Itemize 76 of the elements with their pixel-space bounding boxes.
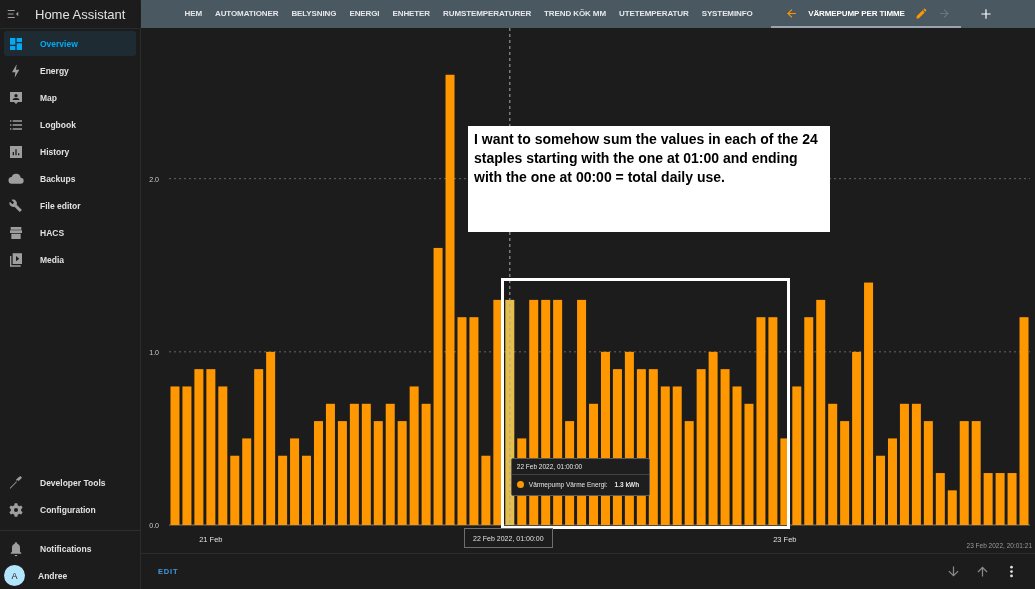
bar[interactable] [828,403,838,525]
bar[interactable] [959,421,969,525]
bar[interactable] [230,455,240,525]
bar[interactable] [780,438,790,525]
bar[interactable] [840,421,850,525]
bar[interactable] [278,455,288,525]
bar[interactable] [684,421,694,525]
tab[interactable]: ENHETER [386,0,437,28]
tab[interactable]: TREND KÖK MM [537,0,613,28]
bar[interactable] [923,421,933,525]
arrow-down-icon[interactable] [946,564,961,579]
tab[interactable]: ENERGI [342,0,386,28]
bar[interactable] [505,299,515,525]
bar[interactable] [493,299,503,525]
sidebar-item[interactable]: Media [4,246,136,273]
bar[interactable] [672,386,682,525]
bar[interactable] [349,403,359,525]
bar[interactable] [373,421,383,525]
tab[interactable]: AUTOMATIONER [208,0,285,28]
bar[interactable] [804,317,814,525]
bar[interactable] [792,386,802,525]
arrow-up-icon[interactable] [975,564,990,579]
sidebar-item[interactable]: History [4,138,136,165]
tab[interactable]: BELYSNING [284,0,343,28]
bar[interactable] [218,386,228,525]
bell-icon [8,540,24,557]
dashboard-icon [8,35,24,52]
sidebar-item[interactable]: Backups [4,165,136,192]
bar[interactable] [911,403,921,525]
user-name[interactable]: Andree [38,570,68,581]
user-avatar[interactable]: A [4,565,25,586]
sidebar-item[interactable]: Map [4,84,136,111]
wrench-icon [8,197,24,214]
tab[interactable]: SYSTEMINFO [695,0,760,28]
sidebar-item[interactable]: HACS [4,219,136,246]
sidebar-item[interactable]: Configuration [4,496,136,523]
tab[interactable]: RUMSTEMPERATURER [436,0,538,28]
bar[interactable] [816,299,826,525]
pencil-icon [914,6,928,20]
bar[interactable] [864,282,874,525]
hammer-icon [8,474,24,491]
arrow-right-icon [937,6,951,20]
notifications-item[interactable]: Notifications [4,535,136,562]
tab[interactable]: HEM [178,0,209,28]
sidebar-item[interactable]: File editor [4,192,136,219]
app-title: Home Assistant [35,6,126,22]
bar[interactable] [361,403,371,525]
store-icon [8,224,24,241]
annotation-note: I want to somehow sum the values in each of the 24 staples starting with the one at 01:00 and ending with the one at 00:00 = total daily use. [468,126,830,232]
bar[interactable] [266,351,276,525]
bar[interactable] [385,403,395,525]
person-card-icon [8,89,24,106]
bar[interactable] [325,403,335,525]
settings-icon [8,501,24,518]
add-icon[interactable] [978,7,993,21]
menu-icon [6,7,20,21]
bar[interactable] [947,490,957,525]
sidebar-item[interactable]: Energy [4,57,136,84]
bar[interactable] [337,421,347,525]
play-icon [8,251,24,268]
bar[interactable] [971,421,981,525]
bar[interactable] [648,369,658,525]
bar[interactable] [935,473,945,525]
bar[interactable] [242,438,252,525]
bar[interactable] [899,403,909,525]
tab[interactable]: UTETEMPERATUR [612,0,696,28]
bar[interactable] [397,421,407,525]
bar[interactable] [660,386,670,525]
arrow-left-icon [785,6,799,20]
bar[interactable] [290,438,300,525]
chart-icon [8,143,24,160]
sidebar-item[interactable]: Logbook [4,111,136,138]
sidebar-item[interactable]: Developer Tools [4,469,136,496]
bar[interactable] [852,351,862,525]
sidebar-item[interactable]: Overview [4,31,136,56]
bar[interactable] [254,369,264,525]
